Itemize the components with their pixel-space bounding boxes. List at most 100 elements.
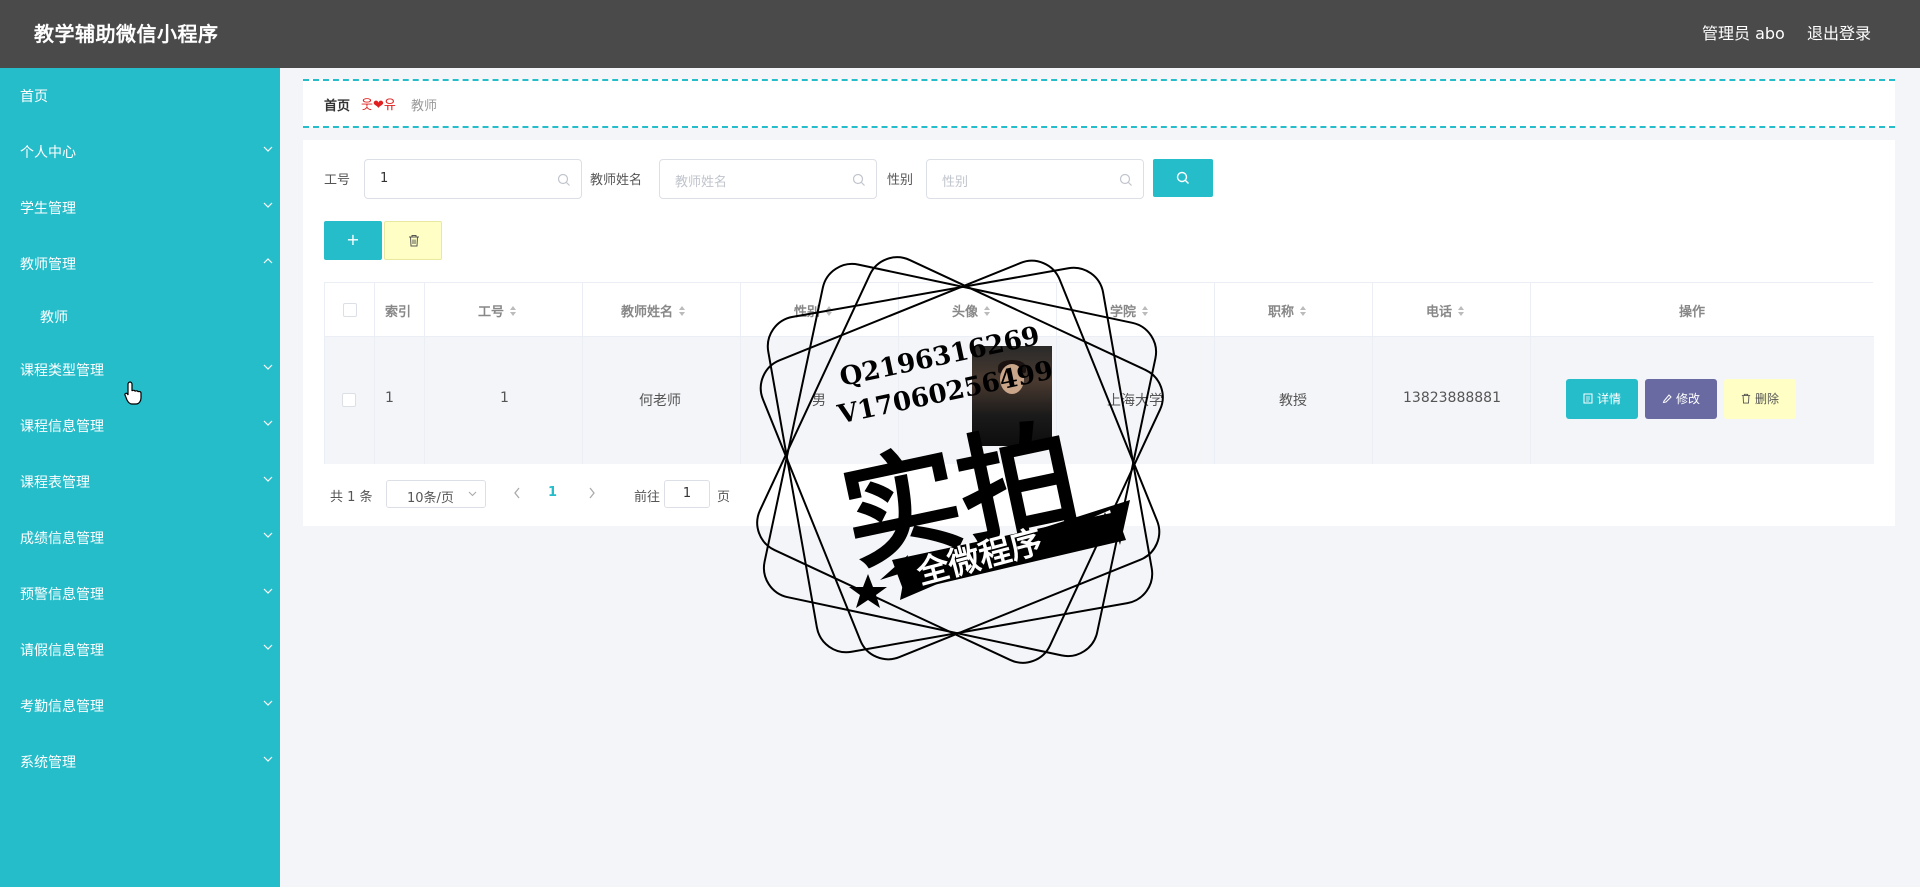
gender-placeholder: 性别	[942, 175, 969, 190]
header-gender[interactable]: 性别	[794, 301, 833, 320]
pagination: 共 1 条 10条/页 1 前往 1 页	[324, 479, 924, 509]
sidebar-item-student-mgmt[interactable]: 学生管理	[0, 188, 280, 228]
breadcrumb: 首页 웃❤유 教师	[303, 79, 1895, 128]
chevron-down-icon	[263, 146, 273, 152]
sort-icon	[679, 306, 686, 316]
search-icon	[1176, 171, 1189, 184]
chevron-down-icon	[263, 756, 273, 762]
sidebar-item-system-mgmt[interactable]: 系统管理	[0, 742, 280, 782]
batch-delete-button[interactable]	[384, 221, 442, 260]
sidebar-item-home[interactable]: 首页	[0, 76, 280, 116]
sidebar-item-timetable-mgmt[interactable]: 课程表管理	[0, 462, 280, 502]
sidebar-item-teacher-mgmt[interactable]: 教师管理	[0, 244, 280, 284]
detail-button[interactable]: 详情	[1566, 379, 1638, 419]
gonghao-label: 工号	[324, 173, 351, 188]
gonghao-input[interactable]: 1	[364, 159, 582, 199]
sidebar-item-label: 学生管理	[20, 201, 76, 217]
chevron-down-icon	[263, 700, 273, 706]
sort-icon	[510, 306, 517, 316]
hand-cursor-icon	[124, 381, 142, 405]
breadcrumb-current: 教师	[411, 99, 438, 114]
sidebar-item-label: 教师	[40, 310, 68, 326]
top-bar: 教学辅助微信小程序 管理员 abo 退出登录	[0, 0, 1920, 68]
chevron-up-icon	[263, 258, 273, 264]
search-icon	[852, 173, 865, 186]
row-checkbox[interactable]	[342, 393, 356, 407]
pagination-total: 共 1 条	[330, 490, 373, 505]
logout-button[interactable]: 退出登录	[1807, 0, 1871, 68]
header-gonghao[interactable]: 工号	[478, 301, 517, 320]
content-panel: 工号 1 教师姓名 教师姓名 性别 性别 + 索引 工号 教师姓名 性别 头像 …	[303, 140, 1895, 526]
sidebar-item-label: 个人中心	[20, 145, 76, 161]
gonghao-input-value: 1	[380, 171, 389, 186]
admin-user-label: 管理员 abo	[1702, 24, 1785, 43]
page-unit-label: 页	[717, 490, 731, 505]
cell-gonghao: 1	[500, 390, 509, 406]
chevron-down-icon	[263, 364, 273, 370]
sidebar-item-grade-mgmt[interactable]: 成绩信息管理	[0, 518, 280, 558]
header-avatar[interactable]: 头像	[952, 301, 991, 320]
table-header: 索引 工号 教师姓名 性别 头像 学院 职称 电话 操作	[325, 283, 1874, 337]
sidebar-item-teacher[interactable]: 教师	[0, 297, 280, 337]
teacher-table: 索引 工号 教师姓名 性别 头像 学院 职称 电话 操作 1 1 何老师 男 上…	[324, 282, 1874, 464]
header-operations: 操作	[1679, 305, 1706, 320]
sidebar-item-personal-center[interactable]: 个人中心	[0, 132, 280, 172]
header-phone[interactable]: 电话	[1426, 301, 1465, 320]
sidebar-item-label: 教师管理	[20, 257, 76, 273]
sidebar-item-label: 预警信息管理	[20, 587, 104, 603]
next-page-icon[interactable]	[588, 487, 596, 499]
add-button[interactable]: +	[324, 221, 382, 260]
sidebar-item-label: 课程信息管理	[20, 419, 104, 435]
sidebar: 首页 个人中心 学生管理 教师管理 教师 课程类型管理 课程信息管理 课程表管理…	[0, 68, 280, 887]
sidebar-item-label: 课程表管理	[20, 475, 90, 491]
edit-icon	[1662, 394, 1672, 404]
search-button[interactable]	[1153, 159, 1213, 197]
chevron-down-icon	[263, 476, 273, 482]
sidebar-item-attendance-mgmt[interactable]: 考勤信息管理	[0, 686, 280, 726]
sidebar-item-label: 请假信息管理	[20, 643, 104, 659]
table-row: 1 1 何老师 男 上海大学 教授 13823888881 详情 修改 删除	[325, 337, 1874, 464]
sidebar-item-label: 系统管理	[20, 755, 76, 771]
header-title[interactable]: 职称	[1268, 301, 1307, 320]
sort-icon	[1458, 306, 1465, 316]
cell-title: 教授	[1279, 393, 1307, 409]
chevron-down-icon	[263, 202, 273, 208]
chevron-down-icon	[468, 491, 477, 497]
watermark-ribbon-text: 全微程序	[912, 522, 1047, 592]
teacher-name-label: 教师姓名	[590, 173, 643, 188]
select-all-checkbox[interactable]	[343, 303, 357, 317]
header-teacher-name[interactable]: 教师姓名	[621, 301, 686, 320]
cell-phone: 13823888881	[1403, 390, 1501, 406]
teacher-avatar-image	[972, 346, 1052, 446]
trash-icon	[1741, 393, 1751, 404]
search-icon	[557, 173, 570, 186]
sort-icon	[826, 306, 833, 316]
sidebar-item-course-info-mgmt[interactable]: 课程信息管理	[0, 406, 280, 446]
edit-button[interactable]: 修改	[1645, 379, 1717, 419]
teacher-name-placeholder: 教师姓名	[675, 175, 728, 190]
sidebar-item-warning-mgmt[interactable]: 预警信息管理	[0, 574, 280, 614]
chevron-down-icon	[263, 420, 273, 426]
gender-input[interactable]: 性别	[926, 159, 1144, 199]
document-icon	[1583, 393, 1593, 404]
breadcrumb-home[interactable]: 首页	[324, 95, 350, 114]
sidebar-item-leave-mgmt[interactable]: 请假信息管理	[0, 630, 280, 670]
teacher-name-input[interactable]: 教师姓名	[659, 159, 877, 199]
page-size-select[interactable]: 10条/页	[386, 480, 486, 508]
breadcrumb-separator: 웃❤유	[361, 98, 396, 113]
goto-page-input[interactable]: 1	[664, 480, 710, 508]
sidebar-item-label: 考勤信息管理	[20, 699, 104, 715]
sort-icon	[984, 306, 991, 316]
trash-icon	[409, 235, 419, 247]
page-number-current[interactable]: 1	[548, 485, 557, 500]
row-delete-button[interactable]: 删除	[1724, 379, 1796, 419]
prev-page-icon[interactable]	[513, 487, 521, 499]
header-college[interactable]: 学院	[1110, 301, 1149, 320]
sidebar-item-label: 首页	[20, 89, 48, 105]
goto-label: 前往	[634, 490, 661, 505]
chevron-down-icon	[263, 532, 273, 538]
app-title: 教学辅助微信小程序	[34, 22, 219, 46]
chevron-down-icon	[263, 644, 273, 650]
gender-label: 性别	[887, 173, 914, 188]
cell-college: 上海大学	[1107, 393, 1163, 409]
